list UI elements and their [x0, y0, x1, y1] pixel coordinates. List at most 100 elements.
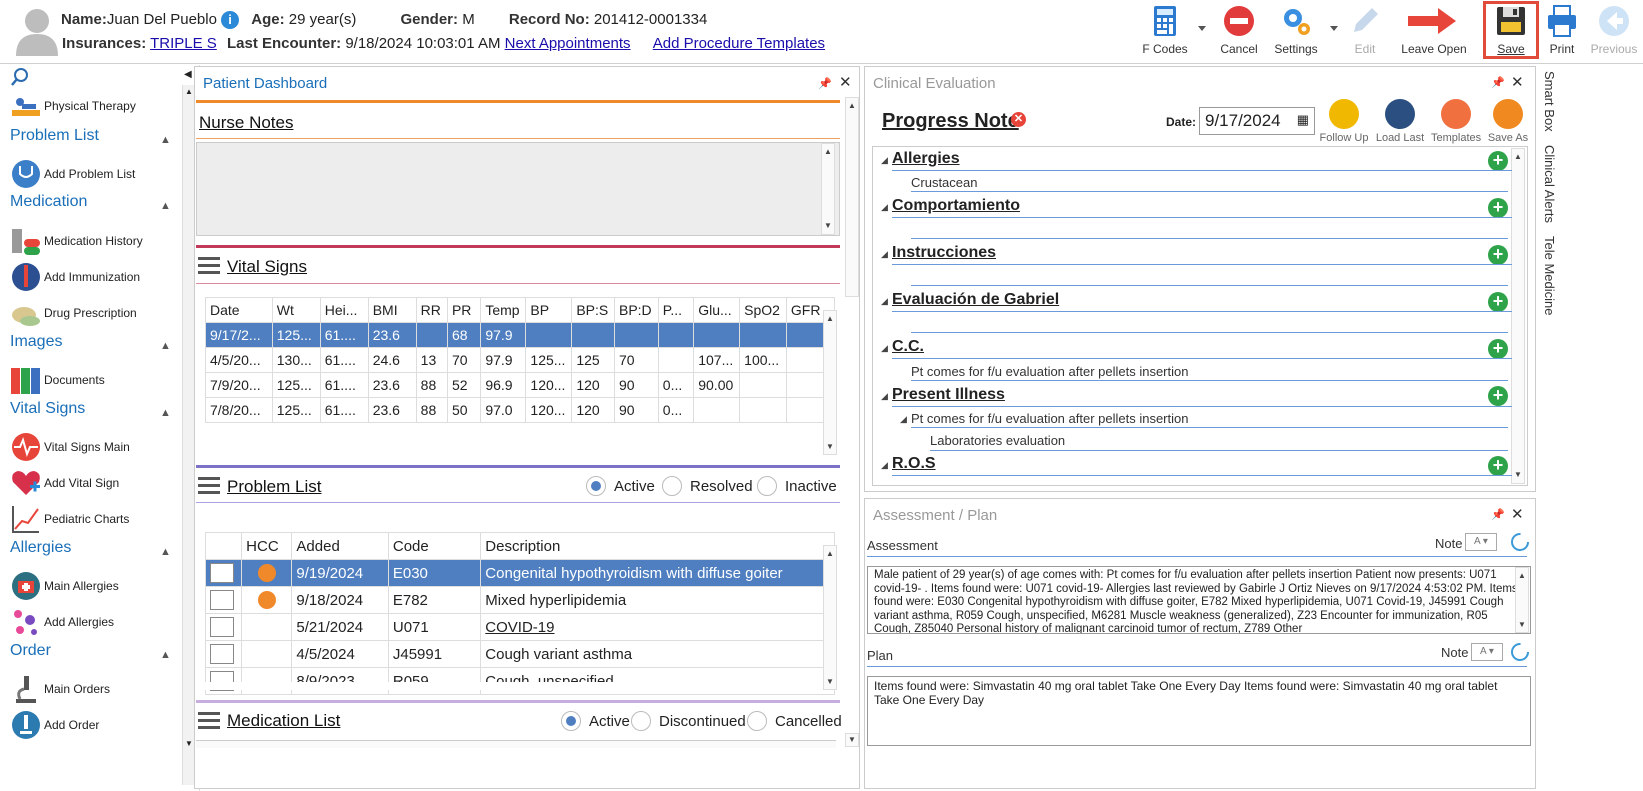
sidebar-scroll-down-icon[interactable]: ▼ [185, 739, 193, 748]
row-checkbox[interactable] [210, 644, 234, 664]
load-last-button[interactable]: Load Last [1375, 99, 1425, 144]
plan-textarea[interactable]: Items found were: Simvastatin 40 mg oral… [867, 676, 1531, 746]
expand-triangle-icon[interactable]: ◢ [881, 343, 888, 354]
expand-triangle-icon[interactable]: ◢ [881, 249, 888, 260]
expand-triangle-icon[interactable]: ◢ [881, 202, 888, 213]
sidebar-header-allergies[interactable]: Allergies [10, 539, 71, 557]
chevron-up-icon[interactable]: ▲ [160, 407, 171, 419]
collapse-sidebar-icon[interactable]: ◀ [184, 69, 192, 80]
sidebar-item-drug-prescription[interactable]: Drug Prescription [10, 296, 137, 330]
sidebar-item-medication-history[interactable]: Medication History [10, 224, 143, 258]
expand-triangle-icon[interactable]: ◢ [881, 296, 888, 307]
row-checkbox-cell[interactable] [204, 667, 243, 695]
table-row[interactable]: 9/18/2024 E782 Mixed hyperlipidemia [204, 586, 835, 614]
dashboard-scroll-down[interactable]: ▼ [845, 733, 859, 747]
fcodes-dropdown-icon[interactable] [1198, 26, 1206, 31]
table-row[interactable]: 4/5/20... 130... 61.... 24.6 13 70 97.9 125... 1… [205, 347, 836, 373]
problem-list-scrollbar[interactable]: ▲ ▼ [823, 545, 837, 690]
table-cell[interactable]: COVID-19 [480, 613, 835, 641]
column-header[interactable]: BP:D [613, 297, 659, 323]
vital-signs-scrollbar[interactable]: ▲ ▼ [823, 310, 837, 455]
edit-button[interactable]: Edit [1340, 4, 1390, 60]
remove-note-icon[interactable]: ✕ [1011, 112, 1026, 127]
table-cell[interactable]: Cough, unspecified [480, 667, 835, 695]
column-header[interactable]: HCC [241, 532, 293, 560]
column-header[interactable]: Glu... [693, 297, 741, 323]
refresh-icon[interactable] [1509, 641, 1531, 663]
scroll-down-icon[interactable]: ▼ [1516, 619, 1528, 631]
sidebar-scroll-up-icon[interactable]: ▲ [185, 87, 193, 96]
section-allergies[interactable]: Allergies [892, 150, 960, 168]
search-icon[interactable] [10, 67, 30, 87]
table-row[interactable]: 9/17/2... 125... 61.... 23.6 68 97.9 [205, 322, 836, 348]
clinical-scrollbar[interactable]: ▲ ▼ [1511, 148, 1525, 484]
close-icon[interactable]: ✕ [1511, 505, 1524, 523]
tab-tele-medicine[interactable]: Tele Medicine [1542, 236, 1557, 316]
leave-open-button[interactable]: Leave Open [1398, 4, 1470, 60]
nurse-notes-area[interactable] [196, 142, 840, 236]
scroll-up-icon[interactable]: ▲ [1516, 570, 1528, 582]
chevron-up-icon[interactable]: ▲ [160, 134, 171, 146]
filter-active-radio[interactable]: Active [586, 476, 655, 496]
next-appointments-link[interactable]: Next Appointments [505, 35, 631, 52]
chevron-up-icon[interactable]: ▲ [160, 546, 171, 558]
add-evaluacion-icon[interactable]: + [1488, 292, 1508, 312]
column-header[interactable]: BP [525, 297, 573, 323]
column-header[interactable]: Date [205, 297, 273, 323]
column-header[interactable]: P... [657, 297, 695, 323]
follow-up-button[interactable]: Follow Up [1319, 99, 1369, 144]
sidebar-header-vital-signs[interactable]: Vital Signs [10, 400, 85, 418]
chevron-up-icon[interactable]: ▲ [160, 200, 171, 212]
templates-button[interactable]: Templates [1431, 99, 1481, 144]
column-header[interactable]: Hei... [319, 297, 369, 323]
sidebar-item-vital-signs-main[interactable]: Vital Signs Main [10, 430, 130, 464]
problem-list-menu-icon[interactable] [198, 477, 220, 495]
column-header[interactable]: Temp [480, 297, 527, 323]
add-procedure-templates-link[interactable]: Add Procedure Templates [653, 35, 825, 52]
info-icon[interactable]: i [221, 11, 240, 30]
sidebar-item-documents[interactable]: Documents [10, 363, 105, 397]
column-header[interactable]: PR [446, 297, 482, 323]
row-checkbox[interactable] [210, 563, 234, 583]
pin-icon[interactable]: 📌 [1491, 76, 1505, 89]
sidebar-item-main-orders[interactable]: Main Orders [10, 672, 110, 706]
scroll-down-icon[interactable]: ▼ [822, 220, 834, 232]
chevron-up-icon[interactable]: ▲ [160, 340, 171, 352]
save-as-button[interactable]: Save As [1483, 99, 1533, 144]
row-checkbox[interactable] [210, 617, 234, 637]
column-header[interactable] [204, 532, 243, 560]
close-icon[interactable]: ✕ [839, 73, 852, 91]
scroll-up-icon[interactable]: ▲ [822, 146, 834, 158]
column-header[interactable]: Description [480, 532, 835, 560]
date-field[interactable]: 9/17/2024 ▦ [1199, 107, 1315, 135]
row-checkbox-cell[interactable] [204, 559, 243, 587]
section-evaluacion[interactable]: Evaluación de Gabriel [892, 291, 1059, 309]
row-checkbox-cell[interactable] [204, 640, 243, 668]
table-row[interactable]: 8/9/2023 R059 Cough, unspecified [204, 667, 835, 695]
scroll-down-icon[interactable]: ▼ [824, 676, 836, 688]
row-checkbox[interactable] [210, 590, 234, 610]
nurse-notes-scrollbar[interactable]: ▲ ▼ [821, 143, 835, 235]
chevron-up-icon[interactable]: ▲ [160, 649, 171, 661]
med-filter-cancelled-radio[interactable]: Cancelled [747, 711, 842, 731]
section-present-illness[interactable]: Present Illness [892, 386, 1005, 404]
scroll-up-icon[interactable]: ▲ [824, 548, 836, 560]
section-ros[interactable]: R.O.S [892, 455, 936, 473]
filter-resolved-radio[interactable]: Resolved [662, 476, 753, 496]
medication-list-menu-icon[interactable] [198, 712, 220, 730]
section-cc[interactable]: C.C. [892, 338, 924, 356]
sidebar-item-add-problem-list[interactable]: Add Problem List [10, 157, 135, 191]
scroll-down-icon[interactable]: ▼ [846, 734, 858, 746]
pin-icon[interactable]: 📌 [1491, 508, 1505, 521]
expand-triangle-icon[interactable]: ◢ [900, 414, 907, 425]
sidebar-header-problem-list[interactable]: Problem List [10, 127, 99, 145]
sidebar-item-add-vital-sign[interactable]: Add Vital Sign [10, 466, 119, 500]
close-icon[interactable]: ✕ [1511, 73, 1524, 91]
pin-icon[interactable]: 📌 [818, 77, 832, 90]
column-header[interactable]: SpO2 [739, 297, 787, 323]
sidebar-item-main-allergies[interactable]: Main Allergies [10, 569, 119, 603]
sidebar-header-images[interactable]: Images [10, 333, 62, 351]
add-allergies-icon[interactable]: + [1488, 151, 1508, 171]
add-cc-icon[interactable]: + [1488, 339, 1508, 359]
insurance-link[interactable]: TRIPLE S [150, 35, 217, 52]
